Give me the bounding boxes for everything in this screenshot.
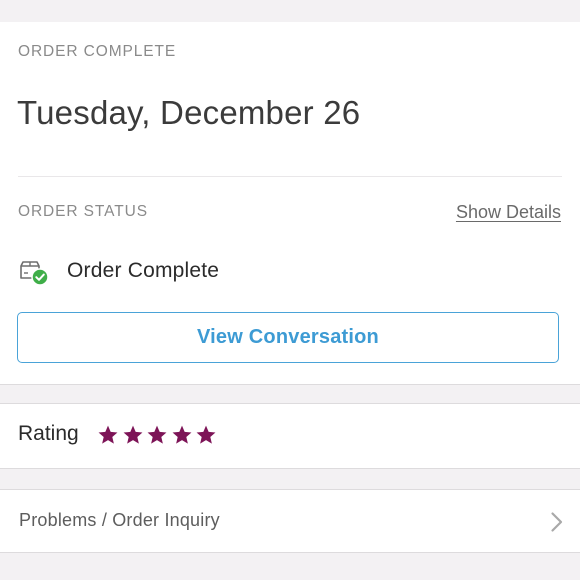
star-icon [172,425,191,444]
star-icon [123,425,142,444]
order-complete-label: ORDER COMPLETE [18,43,177,60]
order-date-title: Tuesday, December 26 [17,94,361,131]
view-conversation-button[interactable]: View Conversation [17,312,559,363]
order-status-label: ORDER STATUS [18,203,148,220]
rating-card: Rating [0,403,580,469]
show-details-link[interactable]: Show Details [456,202,561,223]
top-spacer [0,0,580,23]
rating-stars [97,424,220,446]
problems-order-inquiry-row[interactable]: Problems / Order Inquiry [0,489,580,553]
package-check-icon [18,255,50,287]
order-status-text: Order Complete [67,259,220,282]
divider [18,176,562,177]
star-icon [98,425,118,444]
order-status-row: Order Complete [18,254,219,288]
rating-label: Rating [18,422,79,445]
star-icon [196,425,216,444]
star-icon [147,425,167,444]
order-card: ORDER COMPLETE Tuesday, December 26 ORDE… [0,22,580,385]
problems-label: Problems / Order Inquiry [19,510,220,530]
chevron-right-icon [550,511,564,533]
